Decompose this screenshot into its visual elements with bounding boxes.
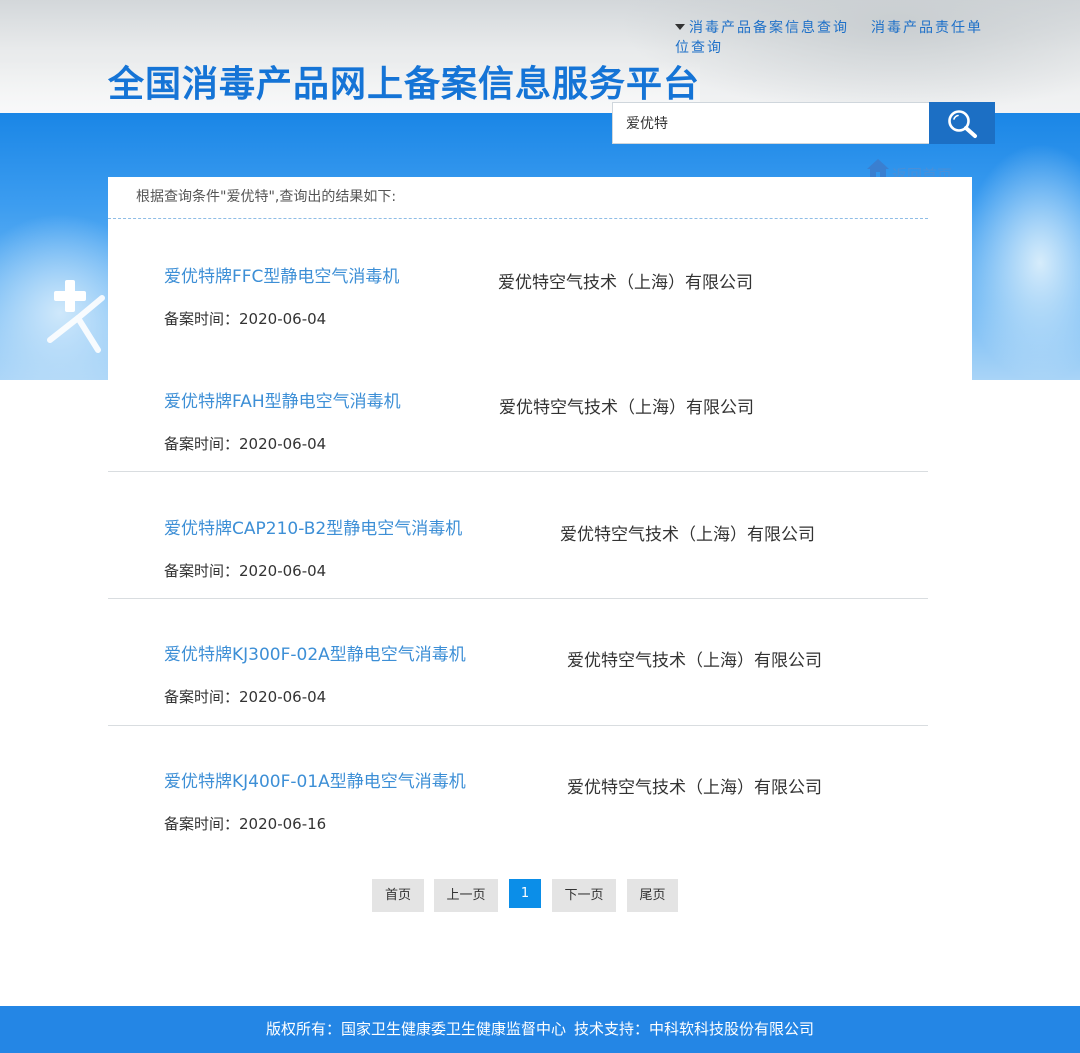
record-time-label: 备案时间：: [164, 562, 240, 580]
nav-disinfection-product-query[interactable]: 消毒产品备案信息查询: [689, 20, 849, 36]
search-icon: [948, 110, 977, 138]
site-title: 全国消毒产品网上备案信息服务平台: [108, 64, 701, 105]
record-time: 备案时间：2020-06-04: [164, 560, 326, 581]
record-time: 备案时间：2020-06-04: [164, 308, 326, 329]
caret-down-icon: [675, 24, 685, 30]
summary-divider: [108, 218, 928, 219]
page-1-button[interactable]: 1: [509, 879, 541, 908]
search-button[interactable]: [929, 102, 995, 144]
product-link[interactable]: 爱优特牌KJ300F-02A型静电空气消毒机: [164, 640, 466, 665]
top-nav: 消毒产品备案信息查询 消毒产品责任单位查询: [675, 18, 995, 58]
company-name: 爱优特空气技术（上海）有限公司: [499, 398, 754, 418]
record-date: 2020-06-04: [239, 688, 327, 706]
company-name: 爱优特空气技术（上海）有限公司: [567, 778, 822, 798]
result-summary: 根据查询条件"爱优特",查询出的结果如下:: [136, 189, 397, 205]
record-date: 2020-06-04: [239, 435, 327, 453]
search-input[interactable]: [613, 103, 928, 143]
item-divider: [108, 725, 928, 726]
record-time: 备案时间：2020-06-16: [164, 813, 326, 834]
last-page-button[interactable]: 尾页: [627, 879, 678, 912]
list-item: 爱优特牌CAP210-B2型静电空气消毒机 爱优特空气技术（上海）有限公司 备案…: [108, 514, 928, 599]
company-name: 爱优特空气技术（上海）有限公司: [498, 273, 753, 293]
record-time: 备案时间：2020-06-04: [164, 433, 326, 454]
company-name: 爱优特空气技术（上海）有限公司: [560, 525, 815, 545]
product-link[interactable]: 爱优特牌FFC型静电空气消毒机: [164, 262, 399, 287]
molecule-icon: [47, 295, 105, 353]
product-link[interactable]: 爱优特牌KJ400F-01A型静电空气消毒机: [164, 767, 466, 792]
record-date: 2020-06-16: [239, 815, 327, 833]
search-bar: [612, 102, 995, 144]
list-item: 爱优特牌KJ400F-01A型静电空气消毒机 爱优特空气技术（上海）有限公司 备…: [108, 767, 928, 837]
item-divider: [108, 598, 928, 599]
prev-page-button[interactable]: 上一页: [434, 879, 498, 912]
company-name: 爱优特空气技术（上海）有限公司: [567, 651, 822, 671]
list-item: 爱优特牌FAH型静电空气消毒机 爱优特空气技术（上海）有限公司 备案时间：202…: [108, 387, 928, 472]
next-page-button[interactable]: 下一页: [552, 879, 616, 912]
record-time-label: 备案时间：: [164, 310, 240, 328]
first-page-button[interactable]: 首页: [372, 879, 424, 912]
record-time-label: 备案时间：: [164, 815, 240, 833]
record-time-label: 备案时间：: [164, 435, 240, 453]
footer: 版权所有：国家卫生健康委卫生健康监督中心 技术支持：中科软科技股份有限公司: [0, 1006, 1080, 1053]
record-time-label: 备案时间：: [164, 688, 240, 706]
product-link[interactable]: 爱优特牌FAH型静电空气消毒机: [164, 387, 401, 412]
product-link[interactable]: 爱优特牌CAP210-B2型静电空气消毒机: [164, 514, 462, 539]
record-date: 2020-06-04: [239, 310, 327, 328]
record-time: 备案时间：2020-06-04: [164, 686, 326, 707]
list-item: 爱优特牌KJ300F-02A型静电空气消毒机 爱优特空气技术（上海）有限公司 备…: [108, 640, 928, 726]
footer-tech-support: 技术支持：中科软科技股份有限公司: [574, 1020, 815, 1038]
record-date: 2020-06-04: [239, 562, 327, 580]
list-item: 爱优特牌FFC型静电空气消毒机 爱优特空气技术（上海）有限公司 备案时间：202…: [108, 262, 928, 388]
footer-copyright: 版权所有：国家卫生健康委卫生健康监督中心: [265, 1020, 566, 1038]
item-divider: [108, 471, 928, 472]
